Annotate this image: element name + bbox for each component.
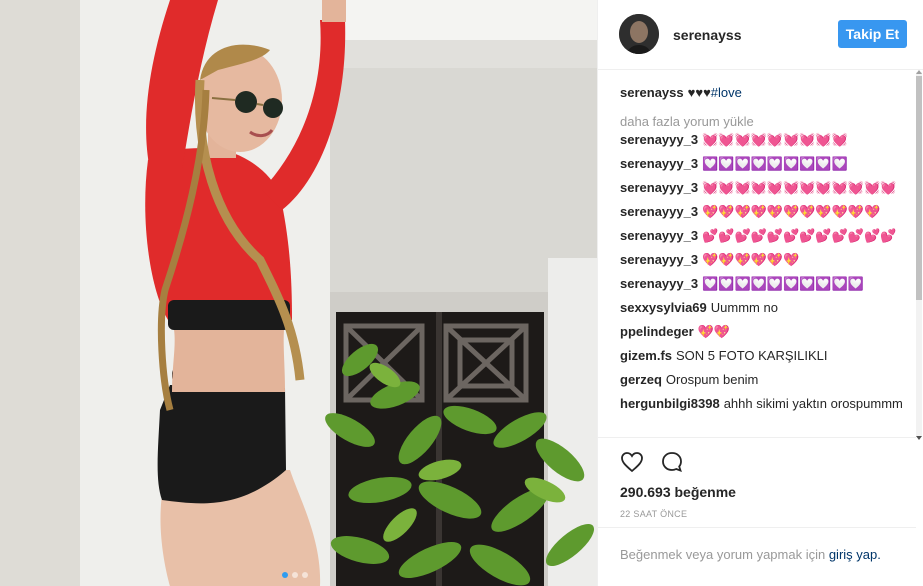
post-sidebar: serenayss Takip Et serenayss ♥♥♥#love dah…: [597, 0, 923, 586]
post-actions: 290.693 beğenme 22 SAAT ÖNCE: [598, 437, 916, 528]
comment-text: 💖💖: [697, 324, 731, 339]
header-username[interactable]: serenayss: [673, 27, 742, 43]
comment-username[interactable]: gizem.fs: [620, 348, 672, 363]
comment-text: 💖💖💖💖💖💖: [702, 252, 800, 267]
photo-illustration: [0, 0, 597, 586]
post-timestamp: 22 SAAT ÖNCE: [620, 509, 688, 519]
comment-username[interactable]: serenayyy_3: [620, 156, 698, 171]
comment-item: gerzeq Orospum benim: [620, 371, 912, 389]
comment-item: serenayyy_3 💟💟💟💟💟💟💟💟💟💟: [620, 275, 912, 293]
comment-text: 💟💟💟💟💟💟💟💟💟: [702, 156, 848, 171]
comment-username[interactable]: serenayyy_3: [620, 252, 698, 267]
comment-text: 💟💟💟💟💟💟💟💟💟💟: [702, 276, 864, 291]
comment-text: ahhh sikimi yaktın orospummm: [723, 396, 903, 411]
comment-text: 💕💕💕💕💕💕💕💕💕💕💕💕: [702, 228, 897, 243]
comment-text: Uummm no: [710, 300, 778, 315]
post-photo[interactable]: [0, 0, 597, 586]
comment-username[interactable]: hergunbilgi8398: [620, 396, 720, 411]
comment-item: serenayyy_3 💖💖💖💖💖💖💖💖💖💖💖: [620, 203, 912, 221]
login-link[interactable]: giriş yap.: [829, 547, 881, 562]
login-prompt-text: Beğenmek veya yorum yapmak için: [620, 547, 826, 562]
comment-item: serenayyy_3 💕💕💕💕💕💕💕💕💕💕💕💕: [620, 227, 912, 245]
comment-item: serenayyy_3 💟💟💟💟💟💟💟💟💟: [620, 155, 912, 173]
heart-icon[interactable]: [620, 450, 644, 474]
avatar[interactable]: [619, 14, 659, 54]
comment-username[interactable]: serenayyy_3: [620, 180, 698, 195]
comment-username[interactable]: ppelindeger: [620, 324, 694, 339]
login-prompt: Beğenmek veya yorum yapmak için giriş ya…: [598, 527, 916, 564]
comment-icon[interactable]: [660, 450, 684, 474]
comment-username[interactable]: sexxysylvia69: [620, 300, 707, 315]
caption: serenayss ♥♥♥#love: [620, 84, 912, 102]
comment-item: serenayyy_3 💖💖💖💖💖💖: [620, 251, 912, 269]
carousel-dot-1[interactable]: [282, 572, 288, 578]
comment-item: sexxysylvia69 Uummm no: [620, 299, 912, 317]
comment-username[interactable]: serenayyy_3: [620, 204, 698, 219]
scroll-up-arrow[interactable]: [916, 70, 922, 74]
comment-item: gizem.fs SON 5 FOTO KARŞILIKLI: [620, 347, 912, 365]
load-more-comments[interactable]: daha fazla yorum yükle: [620, 114, 912, 130]
like-count[interactable]: 290.693 beğenme: [620, 484, 736, 500]
scroll-down-arrow[interactable]: [916, 436, 922, 440]
comment-text: Orospum benim: [665, 372, 759, 387]
comment-username[interactable]: serenayyy_3: [620, 132, 698, 147]
comment-item: hergunbilgi8398 ahhh sikimi yaktın orospu…: [620, 395, 912, 413]
comment-text: 💖💖💖💖💖💖💖💖💖💖💖: [702, 204, 881, 219]
comment-text: 💓💓💓💓💓💓💓💓💓💓💓💓: [702, 180, 897, 195]
follow-button[interactable]: Takip Et: [838, 20, 907, 48]
comments-scrollbar[interactable]: [915, 70, 923, 440]
carousel-dot-3[interactable]: [302, 572, 308, 578]
comment-text: SON 5 FOTO KARŞILIKLI: [676, 348, 828, 363]
comments-list: serenayss ♥♥♥#love daha fazla yorum yükle…: [620, 84, 912, 436]
carousel-indicator: [282, 572, 308, 578]
comment-username[interactable]: gerzeq: [620, 372, 662, 387]
carousel-dot-2[interactable]: [292, 572, 298, 578]
post-header: serenayss Takip Et: [598, 0, 923, 70]
comment-text: 💓💓💓💓💓💓💓💓💓: [702, 132, 848, 147]
comment-item: serenayyy_3 💓💓💓💓💓💓💓💓💓💓💓💓: [620, 179, 912, 197]
comment-username[interactable]: serenayyy_3: [620, 228, 698, 243]
post-modal: serenayss Takip Et serenayss ♥♥♥#love dah…: [0, 0, 923, 586]
comment-item: ppelindeger 💖💖: [620, 323, 912, 341]
comment-item: serenayyy_3 💓💓💓💓💓💓💓💓💓: [620, 131, 912, 149]
caption-username[interactable]: serenayss: [620, 85, 684, 100]
caption-hashtag[interactable]: #love: [711, 85, 742, 100]
caption-text: ♥♥♥: [687, 85, 711, 100]
scrollbar-thumb[interactable]: [916, 76, 922, 300]
comment-username[interactable]: serenayyy_3: [620, 276, 698, 291]
